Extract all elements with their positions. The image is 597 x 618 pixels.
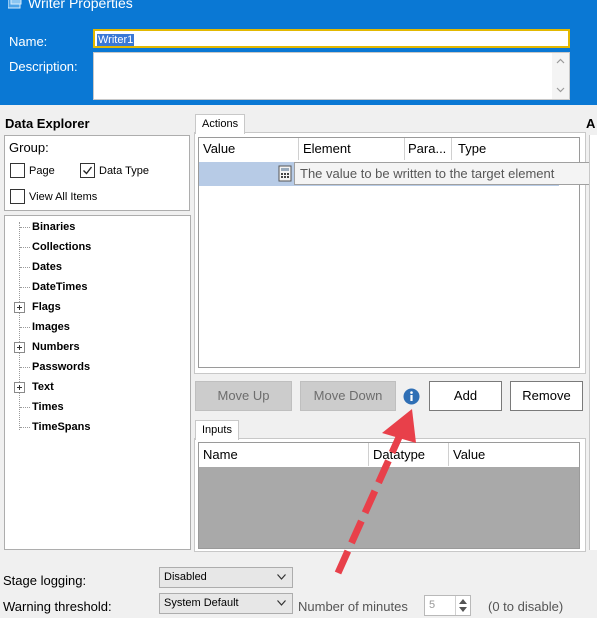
expand-text-icon[interactable]	[14, 382, 25, 393]
warning-threshold-value: System Default	[164, 597, 239, 609]
minutes-label: Number of minutes	[298, 599, 408, 614]
column-header-type[interactable]: Type	[458, 141, 486, 156]
tree-connector	[20, 327, 30, 328]
tree-item-binaries[interactable]: Binaries	[32, 221, 75, 233]
tree-item-datetimes[interactable]: DateTimes	[32, 281, 87, 293]
tree-connector	[20, 247, 30, 248]
tree-guide-line	[19, 222, 20, 430]
tree-item-dates[interactable]: Dates	[32, 261, 62, 273]
warning-threshold-label: Warning threshold:	[3, 599, 112, 614]
inputs-column-value[interactable]: Value	[453, 447, 485, 462]
tree-item-collections[interactable]: Collections	[32, 241, 91, 253]
column-header-element[interactable]: Element	[303, 141, 351, 156]
minutes-value: 5	[429, 599, 436, 611]
data-type-checkbox[interactable]	[80, 163, 95, 178]
column-separator	[451, 138, 452, 160]
group-label: Group:	[9, 140, 49, 155]
chevron-down-icon	[277, 600, 286, 606]
right-panel	[589, 135, 597, 550]
page-checkbox-label: Page	[29, 165, 55, 177]
expand-numbers-icon[interactable]	[14, 342, 25, 353]
column-separator	[404, 138, 405, 160]
tree-connector	[20, 407, 30, 408]
tree-connector	[20, 267, 30, 268]
description-scrollbar[interactable]	[552, 53, 569, 99]
spin-up-icon[interactable]	[459, 598, 467, 604]
tree-item-times[interactable]: Times	[32, 401, 64, 413]
column-separator	[298, 138, 299, 160]
description-input[interactable]	[93, 52, 570, 100]
expression-editor-icon[interactable]	[277, 165, 293, 182]
tree-item-text[interactable]: Text	[32, 381, 54, 393]
stage-logging-select[interactable]: Disabled	[159, 567, 293, 588]
window-title: Writer Properties	[28, 0, 133, 11]
tree-connector	[20, 287, 30, 288]
description-label: Description:	[9, 59, 78, 74]
column-separator	[448, 443, 449, 466]
minutes-stepper[interactable]: 5	[424, 595, 471, 616]
title-bar: Writer Properties	[8, 0, 133, 12]
column-header-value[interactable]: Value	[203, 141, 235, 156]
checkmark-icon	[83, 166, 93, 175]
tree-item-flags[interactable]: Flags	[32, 301, 61, 313]
tree-item-passwords[interactable]: Passwords	[32, 361, 90, 373]
minutes-hint: (0 to disable)	[488, 599, 564, 614]
tree-connector	[20, 427, 30, 428]
page-checkbox[interactable]	[10, 163, 25, 178]
tab-inputs[interactable]: Inputs	[195, 420, 239, 440]
tree-item-images[interactable]: Images	[32, 321, 70, 333]
inputs-column-name[interactable]: Name	[203, 447, 238, 462]
stage-logging-label: Stage logging:	[3, 573, 87, 588]
name-label: Name:	[9, 34, 48, 49]
annotation-arrow-icon	[334, 409, 416, 575]
tree-connector	[20, 367, 30, 368]
add-button[interactable]: Add	[429, 381, 502, 411]
expand-flags-icon[interactable]	[14, 302, 25, 313]
tab-actions[interactable]: Actions	[195, 114, 246, 134]
right-panel-label: A	[586, 116, 596, 131]
view-all-items-checkbox[interactable]	[10, 189, 25, 204]
name-input[interactable]: Writer1	[93, 29, 570, 48]
column-header-parameters[interactable]: Para...	[408, 141, 446, 156]
name-input-value: Writer1	[97, 34, 135, 46]
view-all-items-label: View All Items	[29, 191, 98, 203]
tree-item-numbers[interactable]: Numbers	[32, 341, 80, 353]
tree-connector	[20, 227, 30, 228]
value-tooltip: The value to be written to the target el…	[294, 162, 597, 185]
warning-threshold-select[interactable]: System Default	[159, 593, 293, 614]
tree-item-timespans[interactable]: TimeSpans	[32, 421, 91, 433]
data-explorer-title: Data Explorer	[5, 116, 90, 131]
spin-buttons[interactable]	[455, 596, 470, 615]
chevron-down-icon	[277, 574, 286, 580]
writer-stage-icon	[8, 0, 22, 9]
info-icon[interactable]	[403, 388, 420, 405]
spin-down-icon[interactable]	[459, 607, 467, 613]
stage-logging-value: Disabled	[164, 571, 207, 583]
data-type-checkbox-label: Data Type	[99, 165, 149, 177]
scroll-down-icon[interactable]	[556, 85, 565, 94]
remove-button[interactable]: Remove	[510, 381, 583, 411]
move-up-button[interactable]: Move Up	[195, 381, 292, 411]
scroll-up-icon[interactable]	[556, 57, 565, 66]
